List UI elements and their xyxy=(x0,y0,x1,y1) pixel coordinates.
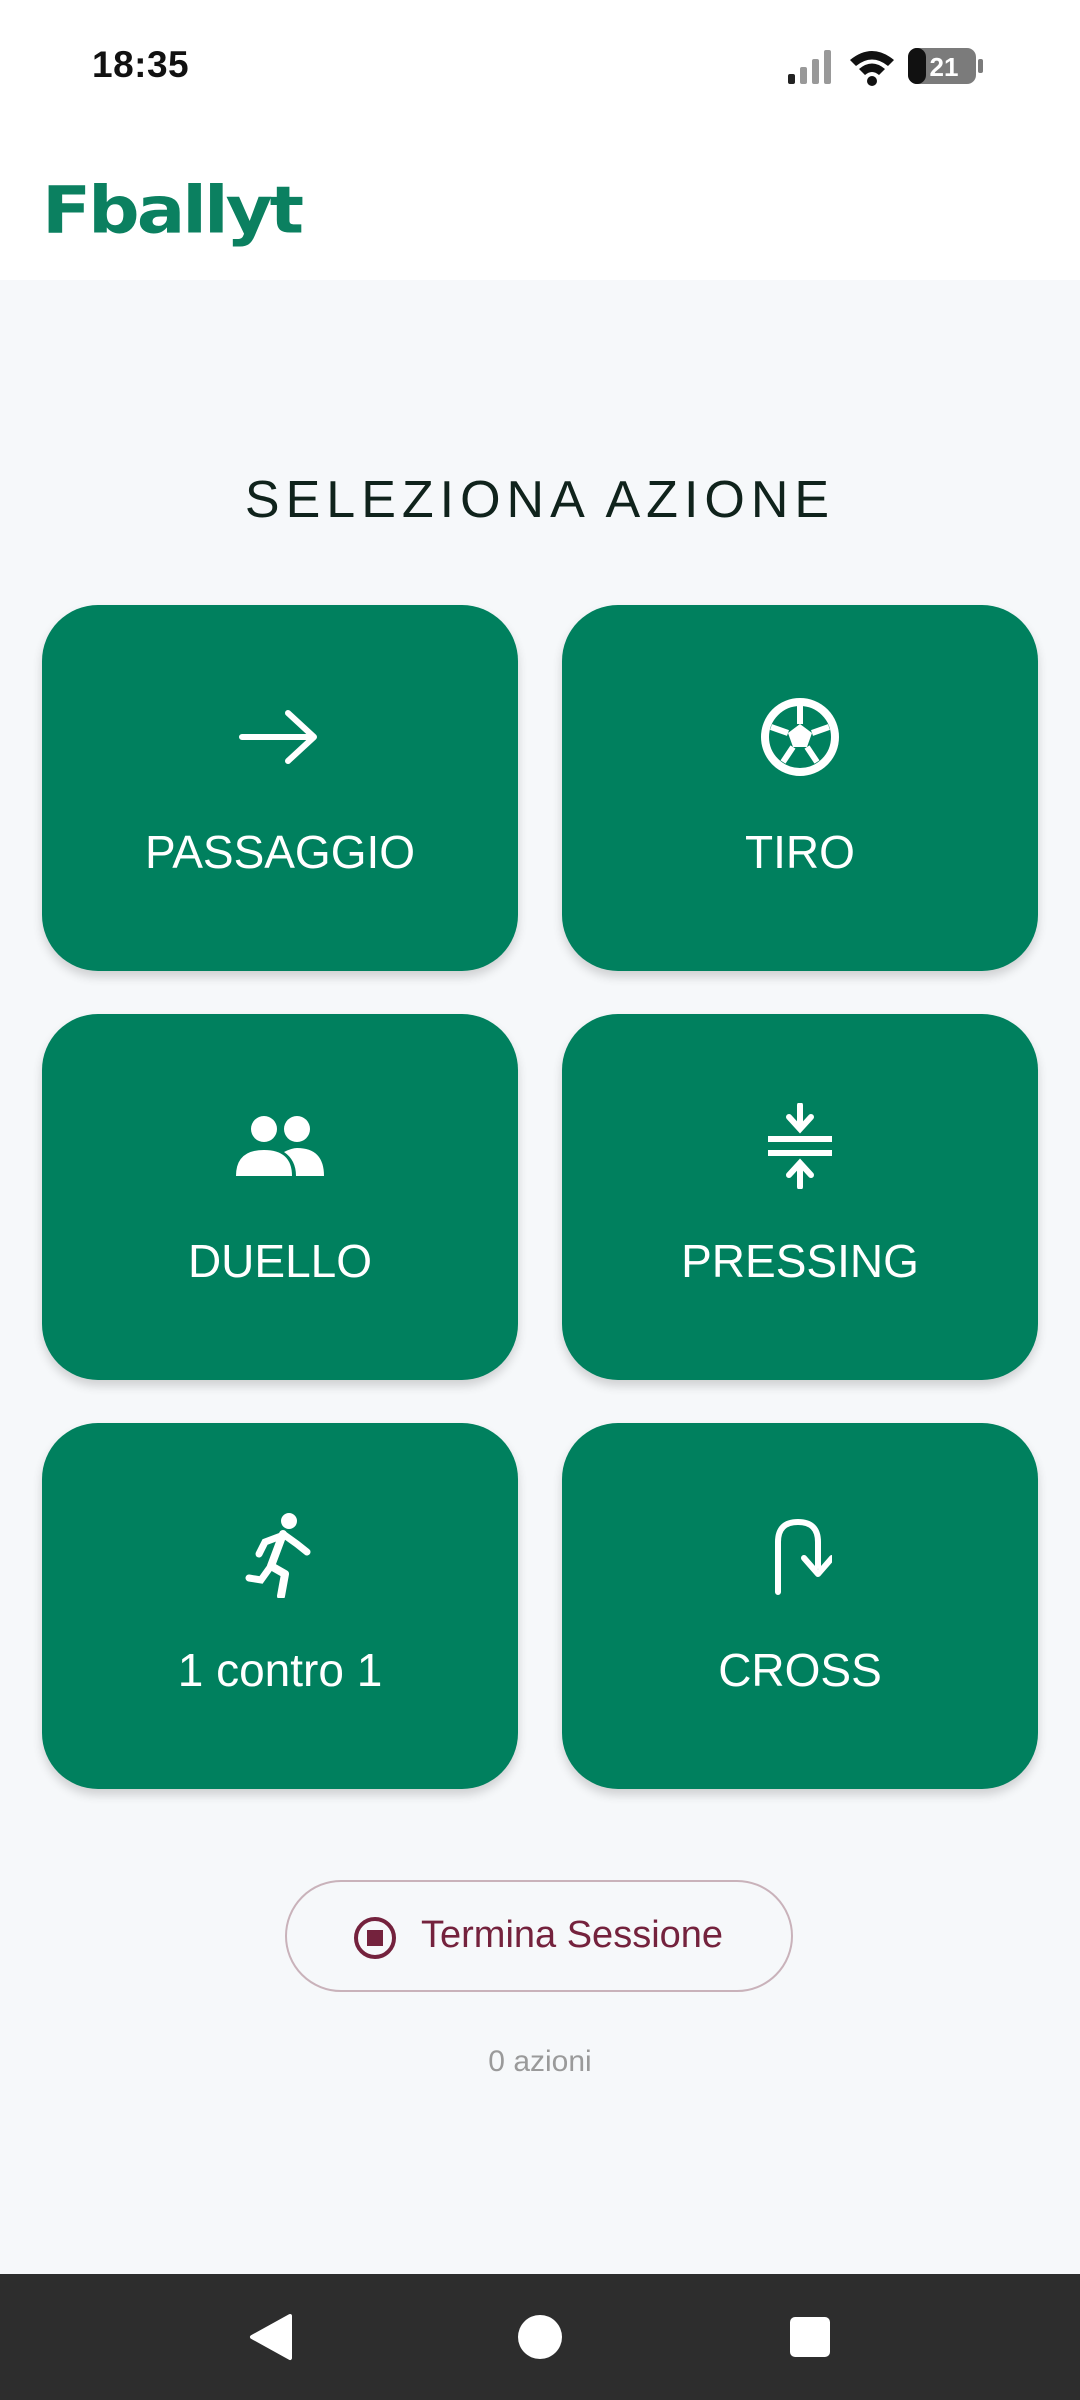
app-bar: Fballyt xyxy=(0,130,1080,280)
signal-icon xyxy=(788,50,831,84)
people-icon xyxy=(42,1106,518,1186)
wifi-icon xyxy=(850,51,894,86)
stop-circle-icon xyxy=(354,1917,396,1959)
action-label: PRESSING xyxy=(681,1235,919,1287)
back-icon[interactable] xyxy=(246,2312,294,2362)
action-label: PASSAGGIO xyxy=(144,826,416,878)
soccer-ball-icon xyxy=(562,697,1038,777)
home-icon[interactable] xyxy=(516,2312,564,2362)
status-bar: 18:35 21 xyxy=(0,0,1080,130)
page-title: SELEZIONA AZIONE xyxy=(244,471,836,529)
system-nav-bar xyxy=(0,2274,1080,2400)
action-tiro-button[interactable]: TIRO xyxy=(562,605,1038,971)
action-passaggio-button[interactable]: PASSAGGIO xyxy=(42,605,518,971)
action-label: CROSS xyxy=(718,1644,882,1696)
arrow-right-icon xyxy=(42,697,518,777)
action-label: DUELLO xyxy=(187,1235,373,1287)
action-cross-button[interactable]: CROSS xyxy=(562,1423,1038,1789)
compress-icon xyxy=(562,1103,1038,1189)
app-logo: Fballyt xyxy=(42,172,304,248)
action-duello-button[interactable]: DUELLO xyxy=(42,1014,518,1380)
curved-arrow-icon xyxy=(562,1515,1038,1595)
action-label: TIRO xyxy=(745,826,855,878)
status-icons: 21 xyxy=(788,48,983,86)
recents-icon[interactable] xyxy=(786,2312,834,2362)
battery-icon: 21 xyxy=(908,48,983,84)
running-icon xyxy=(42,1513,518,1598)
status-time: 18:35 xyxy=(92,44,190,85)
action-pressing-button[interactable]: PRESSING xyxy=(562,1014,1038,1380)
action-count: 0 azioni xyxy=(488,2045,592,2078)
end-session-button[interactable]: Termina Sessione xyxy=(285,1880,793,1992)
action-1contro1-button[interactable]: 1 contro 1 xyxy=(42,1423,518,1789)
battery-level: 21 xyxy=(930,52,959,82)
action-label: 1 contro 1 xyxy=(177,1644,383,1696)
end-session-label: Termina Sessione xyxy=(421,1914,724,1956)
